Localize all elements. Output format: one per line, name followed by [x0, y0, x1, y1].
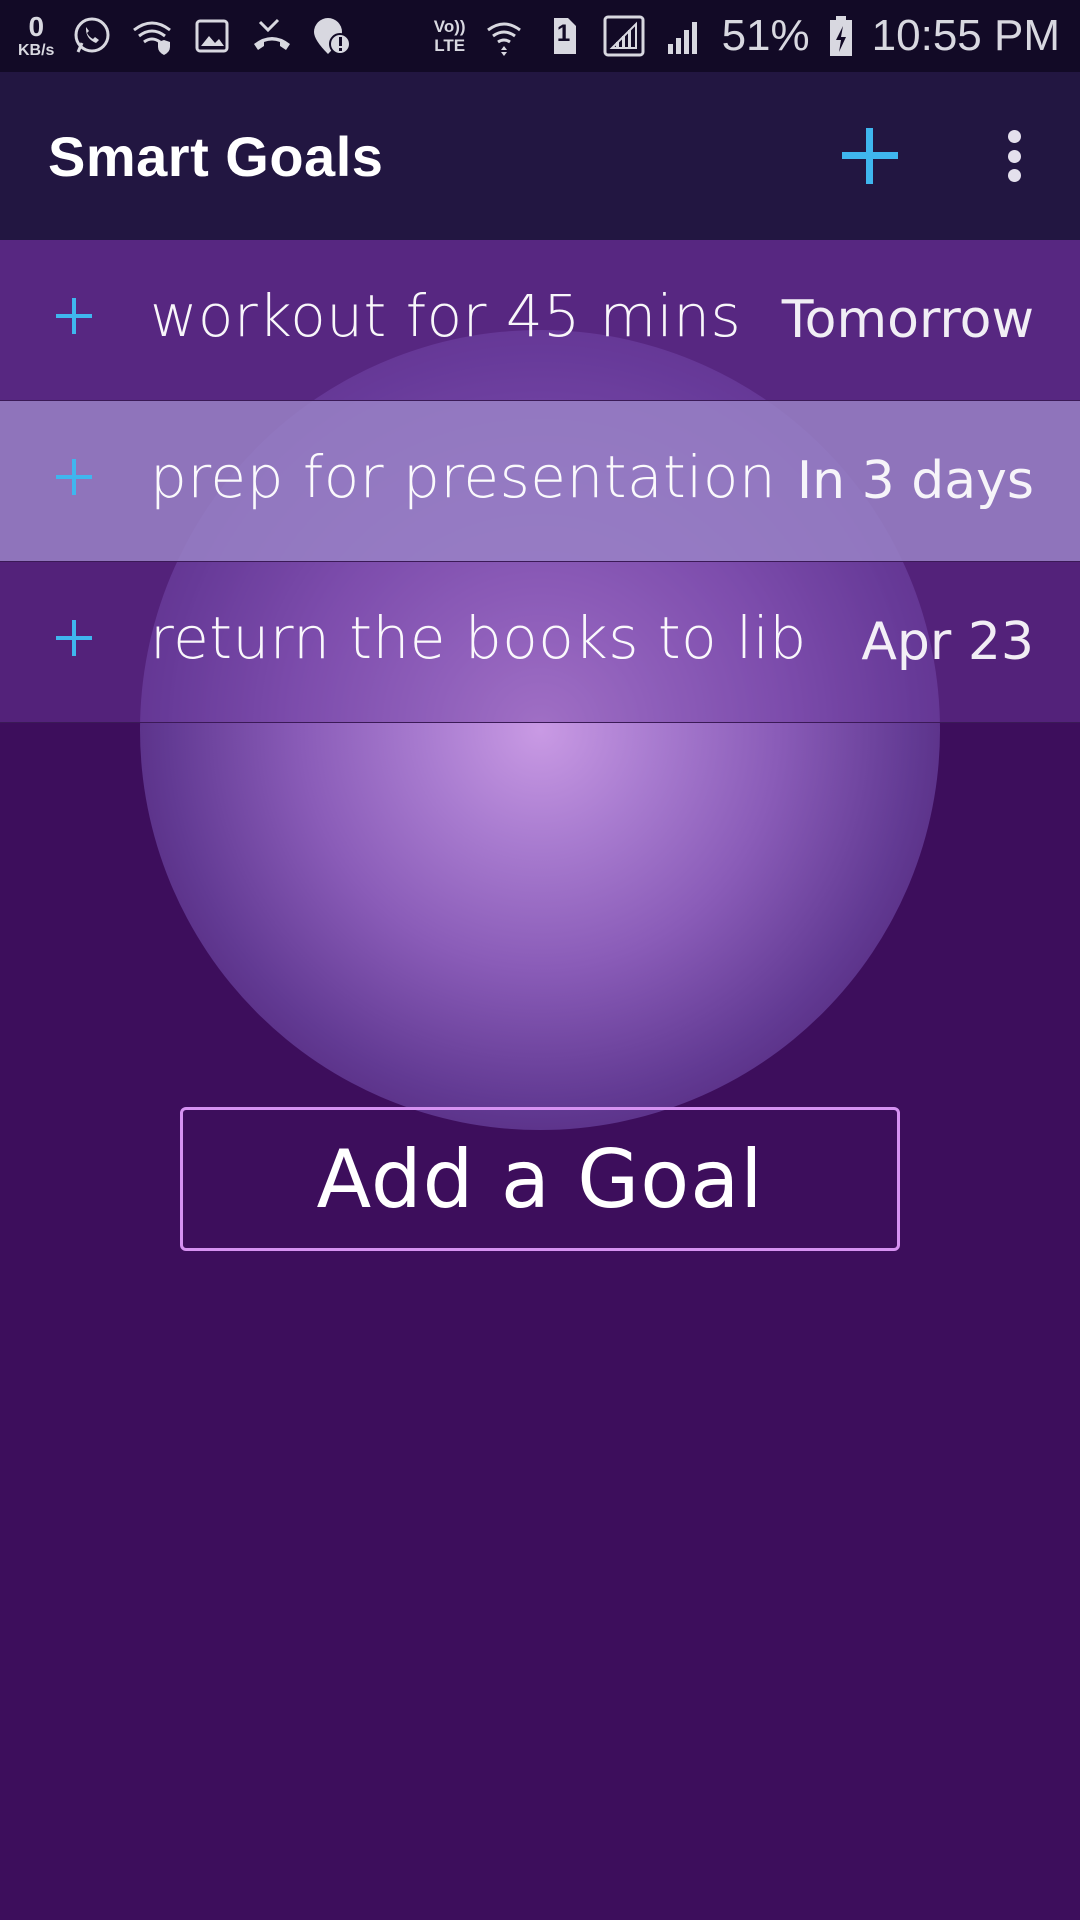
volte-label: Vo))	[433, 17, 466, 36]
plus-icon[interactable]	[56, 459, 92, 495]
app-bar: Smart Goals	[0, 72, 1080, 240]
goal-title: workout for 45 mins	[150, 282, 742, 350]
signal-icon	[602, 14, 646, 58]
lte-label: LTE	[434, 36, 466, 55]
goal-row[interactable]: return the books to lib Apr 23	[0, 562, 1080, 723]
goal-title: return the books to lib	[150, 604, 807, 672]
goals-list: workout for 45 mins Tomorrow prep for pr…	[0, 240, 1080, 723]
clock: 10:55 PM	[871, 11, 1060, 60]
wifi-signal-icon	[482, 14, 526, 58]
menu-dot	[1007, 149, 1021, 163]
alert-location-icon	[310, 14, 354, 58]
status-bar-left: 0 KB/s	[18, 0, 354, 72]
add-goal-button-label: Add a Goal	[316, 1132, 764, 1226]
network-speed: 0 KB/s	[18, 13, 54, 59]
whatsapp-icon	[70, 14, 114, 58]
more-vert-icon[interactable]	[990, 122, 1038, 190]
volte-indicator: Vo)) LTE	[434, 18, 466, 54]
wifi-shield-icon	[130, 14, 174, 58]
goal-due-date: Tomorrow	[781, 290, 1034, 350]
goal-row[interactable]: workout for 45 mins Tomorrow	[0, 240, 1080, 401]
sim-label: 1	[556, 20, 571, 47]
goal-title: prep for presentation	[150, 443, 777, 511]
plus-icon[interactable]	[56, 620, 92, 656]
status-bar-right: Vo)) LTE 1 51% 10:55 PM	[434, 0, 1060, 72]
add-goal-action-button[interactable]	[838, 124, 902, 188]
network-speed-value: 0	[28, 11, 45, 42]
status-bar: 0 KB/s Vo)) LTE 1 51% 10:55 PM	[0, 0, 1080, 72]
plus-icon	[842, 128, 898, 184]
battery-percent: 51%	[721, 11, 810, 60]
goal-due-date: In 3 days	[796, 451, 1034, 511]
plus-icon[interactable]	[56, 298, 92, 334]
add-goal-button[interactable]: Add a Goal	[180, 1107, 900, 1251]
goal-due-date: Apr 23	[861, 612, 1034, 672]
battery-icon	[826, 14, 856, 58]
goal-row[interactable]: prep for presentation In 3 days	[0, 401, 1080, 562]
network-speed-unit: KB/s	[18, 42, 55, 59]
gallery-icon	[190, 14, 234, 58]
signal-icon-2	[662, 14, 706, 58]
menu-dot	[1007, 169, 1021, 182]
menu-dot	[1007, 130, 1021, 143]
missed-call-icon	[250, 14, 294, 58]
sim-icon: 1	[542, 14, 586, 58]
page-title: Smart Goals	[48, 124, 384, 188]
